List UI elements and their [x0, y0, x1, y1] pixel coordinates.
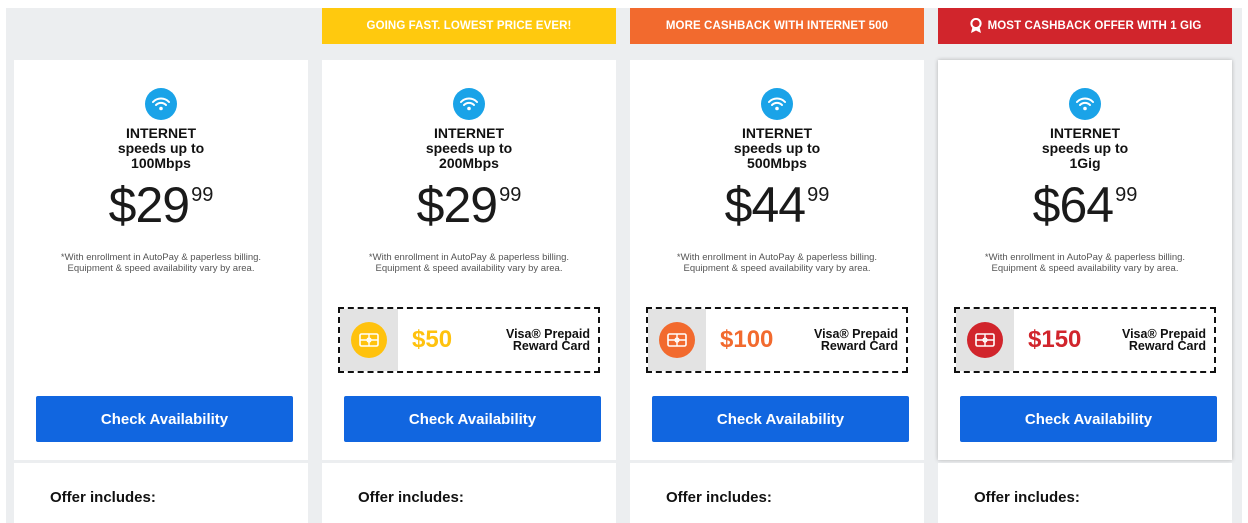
reward-label-line: Reward Card: [1128, 339, 1206, 353]
plan-title-line: INTERNET: [742, 125, 812, 141]
plan-title-line: speeds up to: [1041, 140, 1129, 156]
plan-banner: GOING FAST. LOWEST PRICE EVER!: [322, 8, 616, 44]
plan-banner: MOST CASHBACK OFFER WITH 1 GIG: [938, 8, 1232, 44]
fine-print-line: Equipment & speed availability vary by a…: [683, 263, 871, 274]
reward-label: Visa® Prepaid Reward Card: [1122, 328, 1206, 353]
fine-print-line: *With enrollment in AutoPay & paperless …: [60, 252, 262, 263]
fine-print-line: *With enrollment in AutoPay & paperless …: [676, 252, 878, 263]
price-cents: 99: [191, 184, 214, 206]
plan-card: INTERNET speeds up to 500Mbps $44 99 *Wit…: [630, 60, 924, 460]
plan-column-100mbps: INTERNET speeds up to 100Mbps $29 99 *Wit…: [14, 8, 308, 523]
plan-title-line: speeds up to: [117, 140, 205, 156]
gift-card-icon: [967, 322, 1003, 358]
reward-label: Visa® Prepaid Reward Card: [814, 328, 898, 353]
reward-amount: $100: [720, 326, 774, 353]
price-cents: 99: [1115, 184, 1138, 206]
plan-title: INTERNET speeds up to 100Mbps: [14, 126, 308, 171]
plan-title-line: speeds up to: [425, 140, 513, 156]
price-cents: 99: [807, 184, 830, 206]
fine-print: *With enrollment in AutoPay & paperless …: [630, 252, 924, 274]
price-cents: 99: [499, 184, 522, 206]
plan-title: INTERNET speeds up to 500Mbps: [630, 126, 924, 171]
offer-includes-label: Offer includes:: [358, 489, 464, 506]
plan-card: INTERNET speeds up to 100Mbps $29 99 *Wit…: [14, 60, 308, 460]
plan-price: $44 99: [630, 180, 924, 230]
plan-title: INTERNET speeds up to 200Mbps: [322, 126, 616, 171]
gift-card-icon: [659, 322, 695, 358]
offer-includes-label: Offer includes:: [666, 489, 772, 506]
plan-title-line: speeds up to: [733, 140, 821, 156]
gift-card-icon: [351, 322, 387, 358]
wifi-icon: [145, 88, 177, 120]
price-dollars: $44: [724, 177, 806, 233]
fine-print-line: *With enrollment in AutoPay & paperless …: [984, 252, 1186, 263]
plan-speed: 100Mbps: [131, 155, 191, 171]
offer-includes: Offer includes:: [322, 463, 616, 523]
check-availability-button[interactable]: Check Availability: [960, 396, 1217, 442]
plan-banner: MORE CASHBACK WITH INTERNET 500: [630, 8, 924, 44]
reward-card-offer: $150 Visa® Prepaid Reward Card: [954, 307, 1216, 373]
reward-label: Visa® Prepaid Reward Card: [506, 328, 590, 353]
plan-title: INTERNET speeds up to 1Gig: [938, 126, 1232, 171]
reward-icon-box: [956, 309, 1014, 371]
plan-banner: [14, 8, 308, 44]
plan-banner-text: MOST CASHBACK OFFER WITH 1 GIG: [987, 20, 1202, 32]
plan-title-line: INTERNET: [126, 125, 196, 141]
plan-speed: 1Gig: [1069, 155, 1101, 171]
check-availability-button[interactable]: Check Availability: [652, 396, 909, 442]
fine-print: *With enrollment in AutoPay & paperless …: [14, 252, 308, 274]
plan-title-line: INTERNET: [434, 125, 504, 141]
fine-print: *With enrollment in AutoPay & paperless …: [938, 252, 1232, 274]
wifi-icon: [453, 88, 485, 120]
fine-print-line: Equipment & speed availability vary by a…: [67, 263, 255, 274]
reward-icon-box: [340, 309, 398, 371]
plan-column-200mbps: GOING FAST. LOWEST PRICE EVER! INTERNET …: [322, 8, 616, 523]
reward-label-line: Reward Card: [512, 339, 590, 353]
plan-card: INTERNET speeds up to 1Gig $64 99 *With e…: [938, 60, 1232, 460]
reward-label-line: Reward Card: [820, 339, 898, 353]
reward-card-offer: $50 Visa® Prepaid Reward Card: [338, 307, 600, 373]
offer-includes: Offer includes:: [14, 463, 308, 523]
offer-includes: Offer includes:: [938, 463, 1232, 523]
plan-speed: 200Mbps: [439, 155, 499, 171]
reward-icon-box: [648, 309, 706, 371]
plan-title-line: INTERNET: [1050, 125, 1120, 141]
price-dollars: $29: [108, 177, 190, 233]
fine-print-line: Equipment & speed availability vary by a…: [375, 263, 563, 274]
plan-price: $29 99: [322, 180, 616, 230]
check-availability-button[interactable]: Check Availability: [344, 396, 601, 442]
reward-amount: $150: [1028, 326, 1082, 353]
plan-comparison: INTERNET speeds up to 100Mbps $29 99 *Wit…: [6, 8, 1242, 523]
offer-includes-label: Offer includes:: [974, 489, 1080, 506]
plan-column-1gig: MOST CASHBACK OFFER WITH 1 GIG INTERNET …: [938, 8, 1232, 523]
plan-card: INTERNET speeds up to 200Mbps $29 99 *Wit…: [322, 60, 616, 460]
fine-print: *With enrollment in AutoPay & paperless …: [322, 252, 616, 274]
price-dollars: $29: [416, 177, 498, 233]
reward-card-offer: $100 Visa® Prepaid Reward Card: [646, 307, 908, 373]
wifi-icon: [761, 88, 793, 120]
fine-print-line: *With enrollment in AutoPay & paperless …: [368, 252, 570, 263]
check-availability-button[interactable]: Check Availability: [36, 396, 293, 442]
price-dollars: $64: [1032, 177, 1114, 233]
plan-speed: 500Mbps: [747, 155, 807, 171]
plan-price: $29 99: [14, 180, 308, 230]
plan-price: $64 99: [938, 180, 1232, 230]
plan-column-500mbps: MORE CASHBACK WITH INTERNET 500 INTERNET…: [630, 8, 924, 523]
reward-amount: $50: [412, 326, 453, 353]
offer-includes-label: Offer includes:: [50, 489, 156, 506]
wifi-icon: [1069, 88, 1101, 120]
offer-includes: Offer includes:: [630, 463, 924, 523]
fine-print-line: Equipment & speed availability vary by a…: [991, 263, 1179, 274]
award-ribbon-icon: [969, 17, 983, 34]
